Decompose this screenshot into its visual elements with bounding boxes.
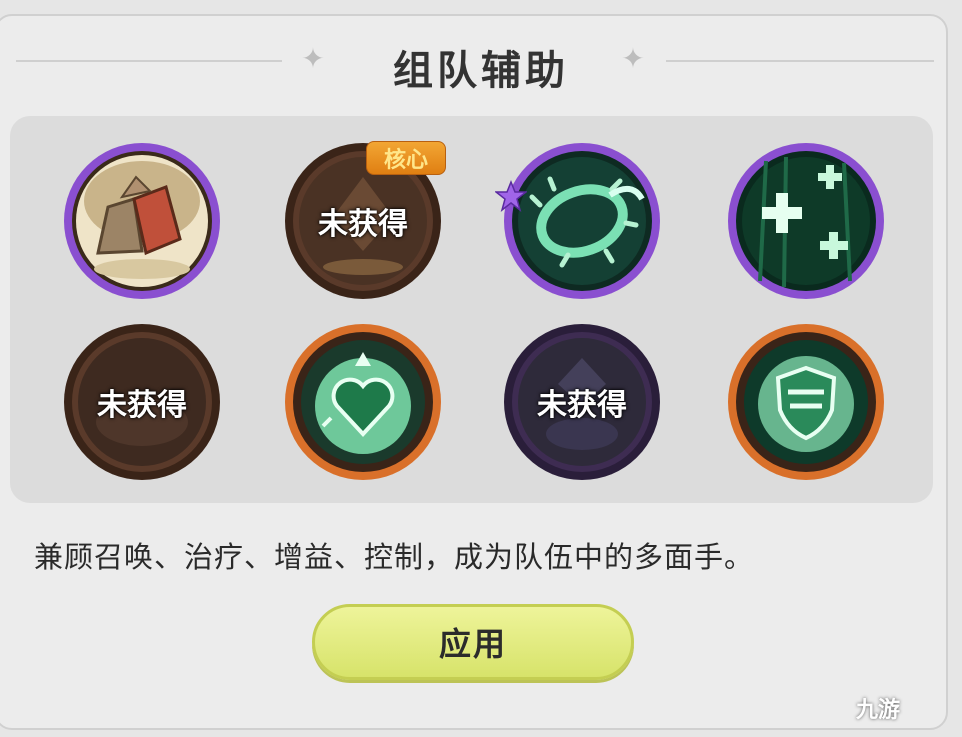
skill-slot-heal-plus[interactable]: [726, 141, 886, 301]
skill-slot-locked-brown[interactable]: 未获得: [62, 322, 222, 482]
shield-skill-icon: [728, 324, 884, 480]
header-divider-left: [16, 60, 282, 62]
rocks-skill-icon: [64, 143, 220, 299]
skill-description: 兼顾召唤、治疗、增益、控制，成为队伍中的多面手。: [34, 540, 755, 574]
sparkle-icon: ✦: [301, 42, 325, 75]
thorn-ring-skill-icon: [504, 143, 660, 299]
skill-slot-locked-purple[interactable]: 未获得: [502, 322, 662, 482]
sparkle-icon: ✦: [621, 42, 645, 75]
page-title: 组队辅助: [393, 48, 569, 94]
header-divider-right: [666, 60, 934, 62]
heal-plus-skill-icon: [728, 143, 884, 299]
heart-skill-icon: [285, 324, 441, 480]
star-icon: [495, 180, 527, 212]
skill-slot-heart[interactable]: [283, 322, 443, 482]
core-badge: 核心: [366, 141, 446, 175]
locked-label: 未获得: [97, 388, 187, 423]
skill-slot-rocks[interactable]: [62, 141, 222, 301]
watermark-logo: 九游: [856, 698, 901, 723]
locked-label: 未获得: [537, 388, 627, 423]
panel-header: ✦ 组队辅助 ✦: [0, 30, 962, 94]
skill-slot-shield[interactable]: [726, 322, 886, 482]
skill-slot-thorn-ring[interactable]: [502, 141, 662, 301]
apply-button[interactable]: 应用: [312, 604, 634, 680]
